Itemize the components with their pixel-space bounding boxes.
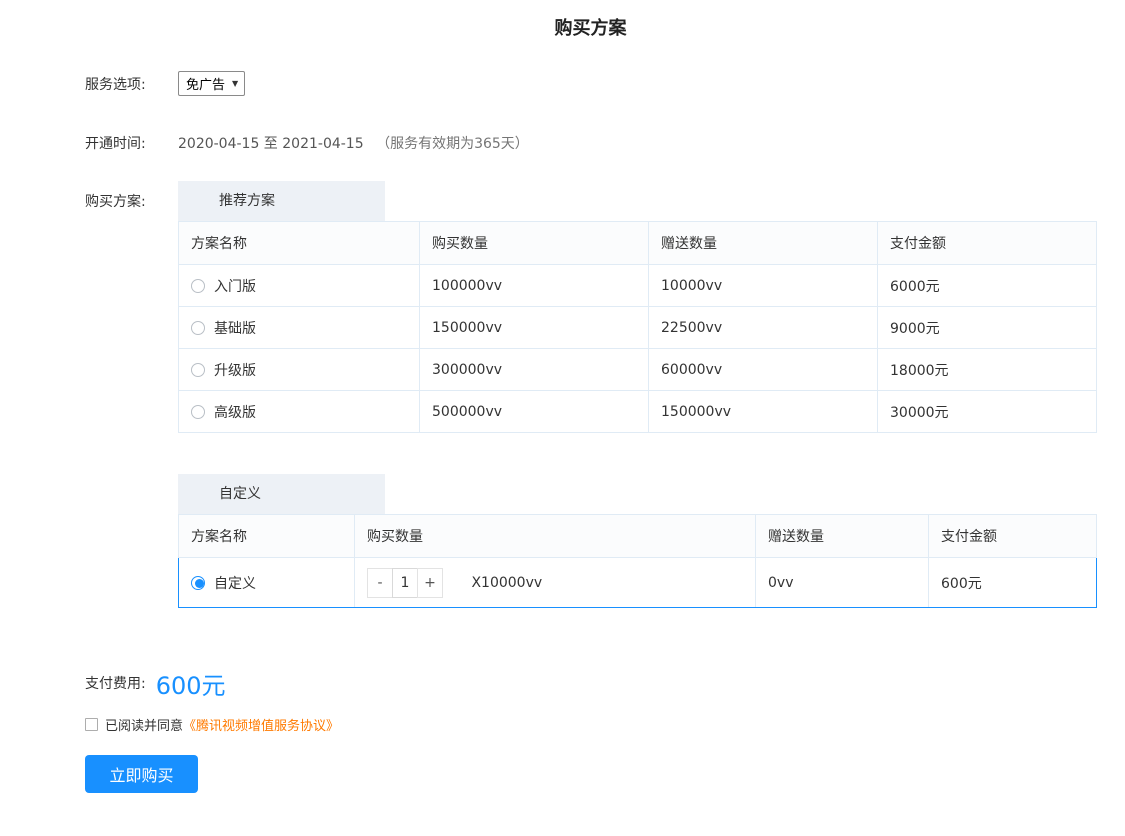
recommended-header-row: 方案名称 购买数量 赠送数量 支付金额 <box>179 222 1097 265</box>
tab-custom-plan[interactable]: 自定义 <box>178 474 385 514</box>
table-row-entry-plan[interactable]: 入门版 100000vv 10000vv 6000元 <box>179 265 1097 307</box>
plan-radio[interactable] <box>191 405 205 419</box>
dropdown-arrow-icon: ▼ <box>232 79 238 88</box>
plan-pay-amount: 6000元 <box>878 265 1097 307</box>
quantity-value[interactable]: 1 <box>392 568 418 598</box>
plan-pay-amount: 18000元 <box>878 349 1097 391</box>
quantity-decrease-button[interactable]: - <box>367 568 393 598</box>
purchase-plan-label: 购买方案: <box>85 191 178 211</box>
agreement-checkbox[interactable] <box>85 718 98 731</box>
custom-plan-radio[interactable] <box>191 576 205 590</box>
service-select[interactable]: 免广告 ▼ <box>178 71 245 96</box>
plan-pay-amount: 600元 <box>929 558 1097 608</box>
plan-radio[interactable] <box>191 279 205 293</box>
service-select-value: 免广告 <box>186 74 225 93</box>
table-row-custom-plan[interactable]: 自定义 -1+ X10000vv 0vv 600元 <box>179 558 1097 608</box>
custom-plan-table: 方案名称 购买数量 赠送数量 支付金额 自定义 -1+ X10000vv 0vv <box>178 514 1097 608</box>
column-header-pay-amount: 支付金额 <box>929 515 1097 558</box>
plan-radio[interactable] <box>191 363 205 377</box>
plan-buy-quantity: 150000vv <box>420 307 649 349</box>
page-content: 购买方案 服务选项: 免广告 ▼ 开通时间: 2020-04-15 至 2021… <box>85 16 1096 793</box>
date-range: 2020-04-15 至 2021-04-15 <box>178 136 364 152</box>
plans-column: 推荐方案 方案名称 购买数量 赠送数量 支付金额 入门版 10 <box>178 181 1096 608</box>
plan-name: 升级版 <box>214 363 256 379</box>
plan-gift-quantity: 0vv <box>756 558 929 608</box>
quantity-increase-button[interactable]: + <box>417 568 443 598</box>
plan-pay-amount: 9000元 <box>878 307 1097 349</box>
validity-note: （服务有效期为365天） <box>376 136 529 152</box>
column-header-plan-name: 方案名称 <box>179 515 355 558</box>
plan-buy-quantity: 100000vv <box>420 265 649 307</box>
table-row-upgrade-plan[interactable]: 升级版 300000vv 60000vv 18000元 <box>179 349 1097 391</box>
column-header-pay-amount: 支付金额 <box>878 222 1097 265</box>
column-header-plan-name: 方案名称 <box>179 222 420 265</box>
service-options-label: 服务选项: <box>85 74 178 94</box>
activation-time-label: 开通时间: <box>85 133 178 153</box>
payment-amount: 600元 <box>156 666 226 701</box>
plan-name: 高级版 <box>214 405 256 421</box>
quantity-unit-label: X10000vv <box>471 575 542 591</box>
payment-fee-label: 支付费用: <box>85 673 146 693</box>
buy-now-button[interactable]: 立即购买 <box>85 755 198 793</box>
plan-name: 自定义 <box>214 576 256 592</box>
purchase-plan-section: 购买方案: 推荐方案 方案名称 购买数量 赠送数量 支付金额 <box>85 181 1096 608</box>
plan-radio[interactable] <box>191 321 205 335</box>
agreement-link[interactable]: 《腾讯视频增值服务协议》 <box>183 715 339 734</box>
plan-gift-quantity: 150000vv <box>649 391 878 433</box>
plan-name: 入门版 <box>214 279 256 295</box>
quantity-stepper: -1+ <box>367 568 443 598</box>
payment-fee-row: 支付费用: 600元 <box>85 668 1096 698</box>
column-header-buy-quantity: 购买数量 <box>420 222 649 265</box>
column-header-gift-quantity: 赠送数量 <box>649 222 878 265</box>
tab-recommended-plans[interactable]: 推荐方案 <box>178 181 385 221</box>
table-row-premium-plan[interactable]: 高级版 500000vv 150000vv 30000元 <box>179 391 1097 433</box>
plan-buy-quantity: 300000vv <box>420 349 649 391</box>
plan-gift-quantity: 60000vv <box>649 349 878 391</box>
column-header-gift-quantity: 赠送数量 <box>756 515 929 558</box>
activation-time-value: 2020-04-15 至 2021-04-15 （服务有效期为365天） <box>178 133 529 153</box>
activation-time-row: 开通时间: 2020-04-15 至 2021-04-15 （服务有效期为365… <box>85 133 1096 153</box>
table-row-basic-plan[interactable]: 基础版 150000vv 22500vv 9000元 <box>179 307 1097 349</box>
service-options-row: 服务选项: 免广告 ▼ <box>85 71 1096 96</box>
plan-gift-quantity: 22500vv <box>649 307 878 349</box>
agreement-row: 已阅读并同意 《腾讯视频增值服务协议》 <box>85 716 1096 732</box>
custom-header-row: 方案名称 购买数量 赠送数量 支付金额 <box>179 515 1097 558</box>
column-header-buy-quantity: 购买数量 <box>355 515 756 558</box>
plan-name: 基础版 <box>214 321 256 337</box>
plan-gift-quantity: 10000vv <box>649 265 878 307</box>
plan-pay-amount: 30000元 <box>878 391 1097 433</box>
plan-buy-quantity: 500000vv <box>420 391 649 433</box>
agreement-text: 已阅读并同意 <box>105 715 183 734</box>
recommended-plans-table: 方案名称 购买数量 赠送数量 支付金额 入门版 100000vv 10000vv… <box>178 221 1097 433</box>
page-title: 购买方案 <box>85 16 1096 41</box>
